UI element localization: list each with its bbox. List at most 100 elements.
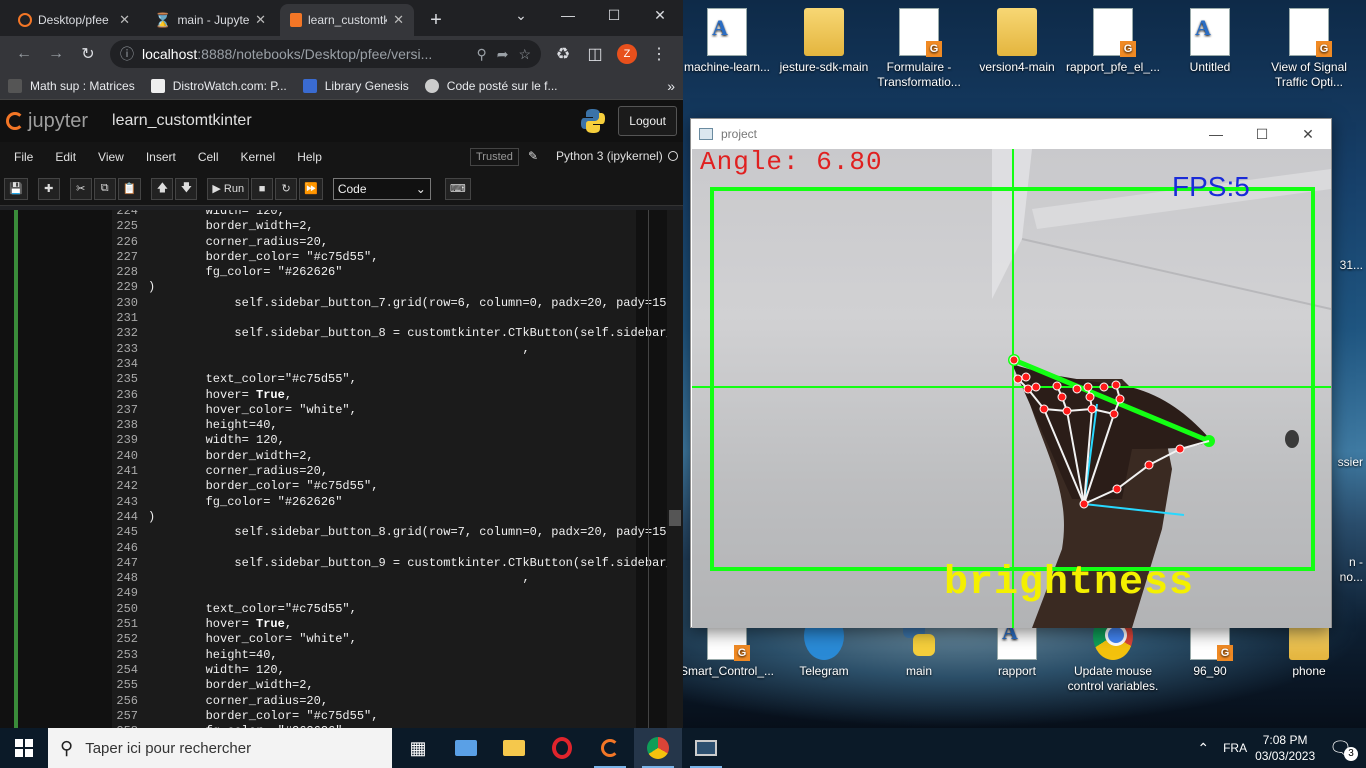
forward-icon[interactable]: → — [40, 40, 72, 68]
desktop-icon[interactable]: Formulaire - Transformatio... — [871, 8, 967, 90]
code-line[interactable]: 257 border_color= "#c75d55", — [112, 709, 674, 724]
kernel-name[interactable]: Python 3 (ipykernel) — [556, 149, 663, 163]
trusted-badge[interactable]: Trusted — [470, 148, 519, 166]
taskbar-search-input[interactable]: ⚲ Taper ici pour rechercher — [48, 728, 392, 768]
jupyter-app-icon[interactable] — [586, 728, 634, 768]
code-line[interactable]: 240 border_width=2, — [112, 449, 674, 464]
extensions-icon[interactable]: ♻ — [547, 40, 579, 68]
close-icon[interactable]: ✕ — [1285, 119, 1331, 149]
code-line[interactable]: 226 corner_radius=20, — [112, 235, 674, 250]
code-line[interactable]: 247 self.sidebar_button_9 = customtkinte… — [112, 556, 673, 571]
minimize-icon[interactable]: — — [545, 0, 591, 30]
project-app-icon[interactable] — [682, 728, 730, 768]
code-line[interactable]: 237 hover_color= "white", — [112, 403, 674, 418]
code-line[interactable]: 235 text_color="#c75d55", — [112, 372, 674, 387]
bookmark-item[interactable]: Code posté sur le f... — [424, 78, 558, 93]
insert-cell-icon[interactable]: ✚ — [37, 177, 60, 200]
back-icon[interactable]: ← — [8, 40, 40, 68]
code-line[interactable]: 242 border_color= "#c75d55", — [112, 479, 674, 494]
stop-icon[interactable]: ■ — [251, 177, 274, 200]
maximize-icon[interactable]: ☐ — [591, 0, 637, 30]
close-tab-icon[interactable]: ✕ — [393, 12, 404, 28]
menu-help[interactable]: Help — [289, 150, 336, 164]
code-editor[interactable]: 224 width= 120, 225 border_width=2, 226 co… — [112, 210, 674, 728]
bookmark-item[interactable]: Library Genesis — [302, 78, 409, 93]
pencil-icon[interactable]: ✎ — [528, 149, 538, 163]
code-line[interactable]: 229) — [112, 280, 674, 295]
close-icon[interactable]: ✕ — [637, 0, 683, 30]
menu-kebab-icon[interactable]: ⋮ — [643, 40, 675, 68]
tab-desktop-pfee[interactable]: Desktop/pfee ✕ — [8, 4, 140, 36]
desktop-icon[interactable]: View of Signal Traffic Opti... — [1261, 8, 1357, 90]
code-line[interactable]: 227 border_color= "#c75d55", — [112, 250, 674, 265]
menu-file[interactable]: File — [6, 150, 47, 164]
desktop-icon[interactable]: version4-main — [969, 8, 1065, 75]
scrollbar-thumb[interactable] — [669, 510, 681, 526]
move-up-icon[interactable]: 🡅 — [151, 177, 174, 200]
code-line[interactable]: 234 — [112, 357, 674, 372]
jupyter-logo[interactable]: jupyter — [6, 110, 88, 133]
fast-forward-icon[interactable]: ⏩ — [299, 177, 323, 200]
bookmarks-more-button[interactable]: » — [667, 78, 675, 94]
desktop-icon[interactable]: Untitled — [1162, 8, 1258, 75]
code-line[interactable]: 255 border_width=2, — [112, 678, 674, 693]
menu-kernel[interactable]: Kernel — [233, 150, 290, 164]
chevron-up-icon[interactable]: ⌃ — [1197, 740, 1209, 757]
close-tab-icon[interactable]: ✕ — [255, 12, 266, 28]
run-button[interactable]: ▶ Run — [207, 177, 250, 200]
code-line[interactable]: 230 self.sidebar_button_7.grid(row=6, co… — [112, 296, 673, 311]
bookmark-item[interactable]: Math sup : Matrices — [8, 78, 135, 93]
code-line[interactable]: 224 width= 120, — [112, 210, 674, 219]
menu-view[interactable]: View — [90, 150, 138, 164]
profile-avatar[interactable]: Z — [611, 40, 643, 68]
bookmark-star-icon[interactable]: ☆ — [518, 46, 531, 63]
code-line[interactable]: 243 fg_color= "#262626" — [112, 495, 674, 510]
code-line[interactable]: 231 — [112, 311, 674, 326]
desktop-icon[interactable]: jesture-sdk-main — [776, 8, 872, 75]
code-line[interactable]: 254 width= 120, — [112, 663, 674, 678]
code-line[interactable]: 244) — [112, 510, 674, 525]
tab-main-jupyter[interactable]: ⌛ main - Jupyter ✕ — [144, 4, 276, 36]
clock[interactable]: 7:08 PM 03/03/2023 — [1255, 732, 1315, 764]
file-explorer-icon[interactable] — [490, 728, 538, 768]
task-view-icon[interactable]: ▦ — [394, 728, 442, 768]
close-tab-icon[interactable]: ✕ — [119, 12, 130, 28]
code-line[interactable]: 256 corner_radius=20, — [112, 694, 674, 709]
tab-learn-customtkinter[interactable]: learn_customtk ✕ — [280, 4, 414, 36]
code-line[interactable]: 228 fg_color= "#262626" — [112, 265, 674, 280]
code-line[interactable]: 241 corner_radius=20, — [112, 464, 674, 479]
code-line[interactable]: 225 border_width=2, — [112, 219, 674, 234]
desktop-icon[interactable]: machine-learn... — [683, 8, 775, 75]
code-line[interactable]: 239 width= 120, — [112, 433, 674, 448]
code-line[interactable]: 246 — [112, 541, 674, 556]
share-icon[interactable]: ➦ — [497, 46, 509, 63]
code-line[interactable]: 232 self.sidebar_button_8 = customtkinte… — [112, 326, 673, 341]
chevron-down-icon[interactable]: ⌄ — [498, 0, 544, 30]
cell-type-select[interactable]: Code ⌄ — [332, 177, 431, 200]
computer-app-icon[interactable] — [442, 728, 490, 768]
menu-cell[interactable]: Cell — [190, 150, 233, 164]
code-line[interactable]: 248 , — [112, 571, 674, 586]
minimize-icon[interactable]: — — [1193, 119, 1239, 149]
code-cell[interactable]: 224 width= 120, 225 border_width=2, 226 co… — [112, 210, 674, 728]
scrollbar[interactable] — [667, 210, 683, 728]
start-button[interactable] — [0, 728, 48, 768]
chrome-icon[interactable] — [634, 728, 682, 768]
code-line[interactable]: 250 text_color="#c75d55", — [112, 602, 674, 617]
save-icon[interactable]: 💾 — [4, 177, 28, 200]
code-line[interactable]: 236 hover= True, — [112, 388, 674, 403]
url-input[interactable]: ⓘ localhost:8888/notebooks/Desktop/pfee/… — [110, 40, 541, 68]
bookmark-item[interactable]: DistroWatch.com: P... — [150, 78, 287, 93]
code-line[interactable]: 252 hover_color= "white", — [112, 632, 674, 647]
logout-button[interactable]: Logout — [618, 106, 677, 136]
code-line[interactable]: 245 self.sidebar_button_8.grid(row=7, co… — [112, 525, 673, 540]
restart-icon[interactable]: ↻ — [275, 177, 298, 200]
code-line[interactable]: 253 height=40, — [112, 648, 674, 663]
desktop-icon[interactable]: rapport_pfe_el_... — [1065, 8, 1161, 75]
paste-icon[interactable]: 📋 — [117, 177, 142, 200]
code-line[interactable]: 233 , — [112, 342, 674, 357]
copy-icon[interactable]: ⧉ — [93, 177, 116, 200]
code-line[interactable]: 238 height=40, — [112, 418, 674, 433]
keyboard-icon[interactable]: ⌨ — [444, 177, 471, 200]
move-down-icon[interactable]: 🡇 — [175, 177, 198, 200]
